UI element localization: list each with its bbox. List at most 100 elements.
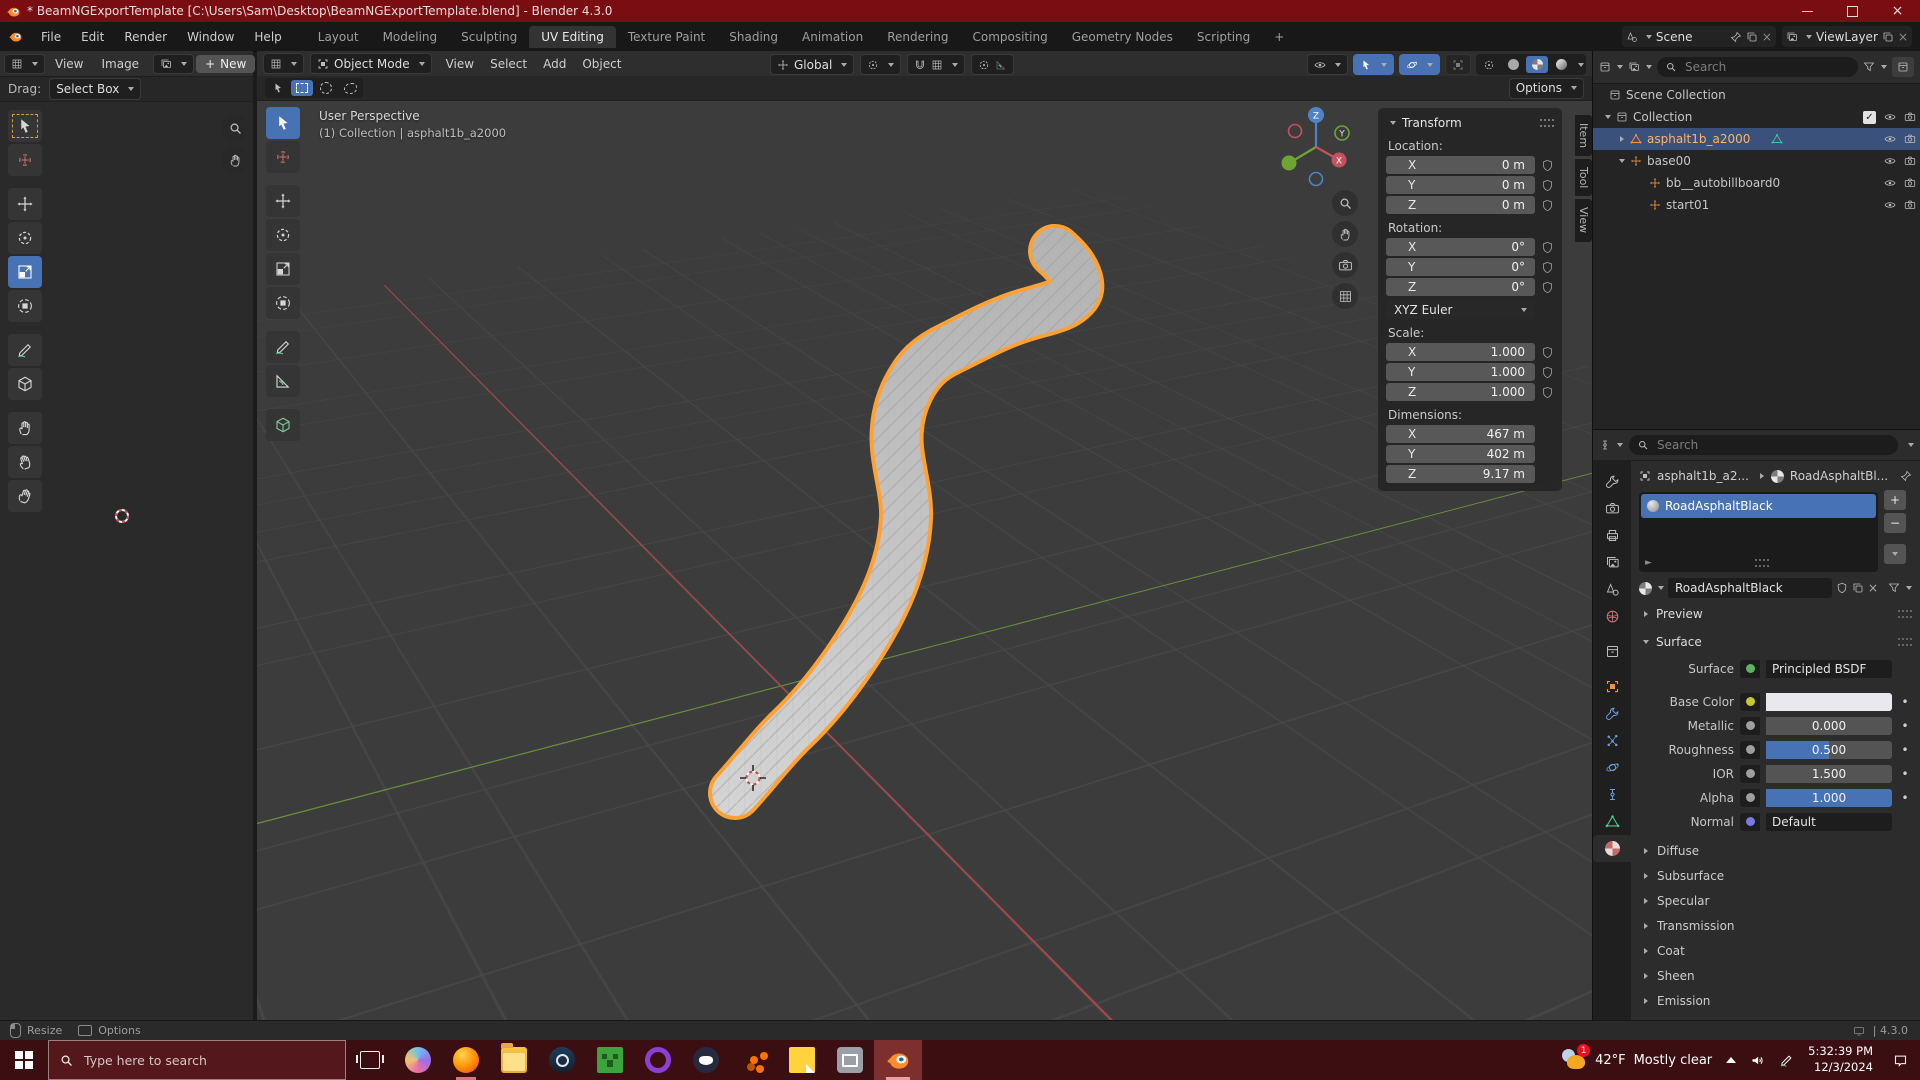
tool-select-box[interactable] xyxy=(266,107,300,139)
workspace-tab-texture-paint[interactable]: Texture Paint xyxy=(616,26,717,48)
location-x-field[interactable]: X0 m xyxy=(1386,156,1535,174)
tool-add-cube[interactable] xyxy=(266,409,300,441)
new-image-button[interactable]: +New xyxy=(196,55,255,73)
lock-icon[interactable] xyxy=(1541,159,1554,172)
animate-dot[interactable]: • xyxy=(1898,791,1912,805)
camera-visibility-icon[interactable] xyxy=(1904,155,1916,167)
workspace-tab-sculpting[interactable]: Sculpting xyxy=(449,26,529,48)
workspace-tab-shading[interactable]: Shading xyxy=(717,26,790,48)
menu-help[interactable]: Help xyxy=(244,30,291,44)
lock-icon[interactable] xyxy=(1541,281,1554,294)
taskbar-beamng[interactable] xyxy=(730,1040,778,1080)
uv-tool-pinch[interactable] xyxy=(8,480,42,512)
rotation-x-field[interactable]: X0° xyxy=(1386,238,1535,256)
material-name-field[interactable]: RoadAsphaltBlack xyxy=(1668,578,1832,598)
camera-view-button[interactable] xyxy=(1332,252,1358,278)
rotation-mode-dropdown[interactable]: XYZ Euler xyxy=(1386,300,1535,319)
workspace-tab-compositing[interactable]: Compositing xyxy=(960,26,1059,48)
eye-icon[interactable] xyxy=(1884,155,1896,167)
options-dropdown[interactable]: Options xyxy=(1509,78,1584,99)
roughness-slider[interactable]: 0.500 xyxy=(1766,741,1892,759)
animate-dot[interactable]: • xyxy=(1898,815,1912,829)
uv-tool-scale[interactable] xyxy=(8,256,42,288)
image-browse-button[interactable] xyxy=(153,54,194,74)
panel-grip[interactable] xyxy=(1898,638,1912,646)
workspace-tab-rendering[interactable]: Rendering xyxy=(875,26,960,48)
task-view-button[interactable] xyxy=(346,1040,394,1080)
tab-modifiers[interactable] xyxy=(1593,700,1631,727)
blender-menu-icon[interactable] xyxy=(8,29,23,44)
animate-dot[interactable]: • xyxy=(1898,695,1912,709)
pivot-point-dropdown[interactable] xyxy=(860,54,901,75)
animate-dot[interactable]: • xyxy=(1898,719,1912,733)
road-mesh-selected[interactable] xyxy=(735,251,1077,793)
navigation-gizmo[interactable]: Z X Y xyxy=(1271,102,1361,192)
start-button[interactable] xyxy=(0,1040,48,1080)
tab-collection[interactable] xyxy=(1593,638,1631,665)
outliner-search[interactable] xyxy=(1657,57,1858,77)
outliner-row-billboard[interactable]: bb__autobillboard0 xyxy=(1593,172,1920,194)
menu-render[interactable]: Render xyxy=(114,30,177,44)
close-button[interactable]: × xyxy=(1875,0,1920,22)
copy-icon[interactable] xyxy=(1746,31,1758,43)
outliner-row-base00[interactable]: base00 xyxy=(1593,150,1920,172)
mode-dropdown[interactable]: Object Mode xyxy=(310,53,432,74)
pan-button[interactable] xyxy=(1332,221,1358,247)
lock-icon[interactable] xyxy=(1541,346,1554,359)
scale-y-field[interactable]: Y1.000 xyxy=(1386,363,1535,381)
camera-visibility-icon[interactable] xyxy=(1904,199,1916,211)
clock[interactable]: 5:32:39 PM 12/3/2024 xyxy=(1808,1044,1873,1075)
lock-icon[interactable] xyxy=(1541,241,1554,254)
location-y-field[interactable]: Y0 m xyxy=(1386,176,1535,194)
workspace-tab-layout[interactable]: Layout xyxy=(306,26,371,48)
action-center-icon[interactable] xyxy=(1893,1053,1908,1068)
scale-z-field[interactable]: Z1.000 xyxy=(1386,383,1535,401)
tool-transform[interactable] xyxy=(266,287,300,319)
transform-panel-header[interactable]: Transform xyxy=(1386,114,1554,132)
uv-menu-view[interactable]: View xyxy=(47,57,91,71)
shader-dropdown[interactable]: Principled BSDF xyxy=(1766,660,1892,678)
base-color-swatch[interactable] xyxy=(1766,693,1892,711)
outliner-search-input[interactable] xyxy=(1683,59,1850,75)
viewlayer-name[interactable]: ViewLayer xyxy=(1816,30,1878,44)
tool-move[interactable] xyxy=(266,185,300,217)
browse-material-button[interactable] xyxy=(1639,582,1664,595)
lock-icon[interactable] xyxy=(1541,261,1554,274)
rotation-z-field[interactable]: Z0° xyxy=(1386,278,1535,296)
panel-coat[interactable]: Coat xyxy=(1639,938,1912,963)
tab-view-layer[interactable] xyxy=(1593,549,1631,576)
taskbar-sticky-notes[interactable] xyxy=(778,1040,826,1080)
uv-menu-image[interactable]: Image xyxy=(93,57,147,71)
normal-dropdown[interactable]: Default xyxy=(1766,813,1892,831)
tab-scene[interactable] xyxy=(1593,576,1631,603)
add-slot-button[interactable]: + xyxy=(1884,490,1906,510)
material-slot-selected[interactable]: RoadAsphaltBlack xyxy=(1641,494,1876,518)
uv-tool-cursor[interactable] xyxy=(8,144,42,176)
unlink-material-icon[interactable]: × xyxy=(1868,581,1878,595)
uv-tool-move[interactable] xyxy=(8,188,42,220)
tab-output[interactable] xyxy=(1593,522,1631,549)
select-box-button[interactable] xyxy=(291,80,313,96)
taskbar-blender-active[interactable] xyxy=(874,1040,922,1080)
vp-menu-add[interactable]: Add xyxy=(535,57,574,71)
camera-visibility-icon[interactable] xyxy=(1904,111,1916,123)
surface-panel-header[interactable]: Surface xyxy=(1639,630,1912,654)
show-object-types-dropdown[interactable] xyxy=(1307,54,1348,75)
taskbar-discord[interactable] xyxy=(682,1040,730,1080)
outliner-row-scene-collection[interactable]: Scene Collection xyxy=(1593,84,1920,106)
vp-menu-object[interactable]: Object xyxy=(574,57,629,71)
outliner-row-start01[interactable]: start01 xyxy=(1593,194,1920,216)
preview-panel-header[interactable]: Preview xyxy=(1639,602,1912,626)
lock-icon[interactable] xyxy=(1541,179,1554,192)
list-grip[interactable] xyxy=(1755,559,1769,567)
taskbar-firefox[interactable] xyxy=(442,1040,490,1080)
menu-window[interactable]: Window xyxy=(177,30,244,44)
tab-particles[interactable] xyxy=(1593,727,1631,754)
slot-specials-button[interactable] xyxy=(1884,544,1906,564)
shading-rendered-button[interactable] xyxy=(1550,56,1572,73)
pen-icon[interactable] xyxy=(1779,1053,1794,1068)
outliner-filter-button[interactable] xyxy=(1863,61,1887,73)
window-titlebar[interactable]: * BeamNGExportTemplate [C:\Users\Sam\Des… xyxy=(0,0,1920,22)
scene-name[interactable]: Scene xyxy=(1656,30,1726,44)
pin-icon[interactable] xyxy=(1900,470,1912,482)
